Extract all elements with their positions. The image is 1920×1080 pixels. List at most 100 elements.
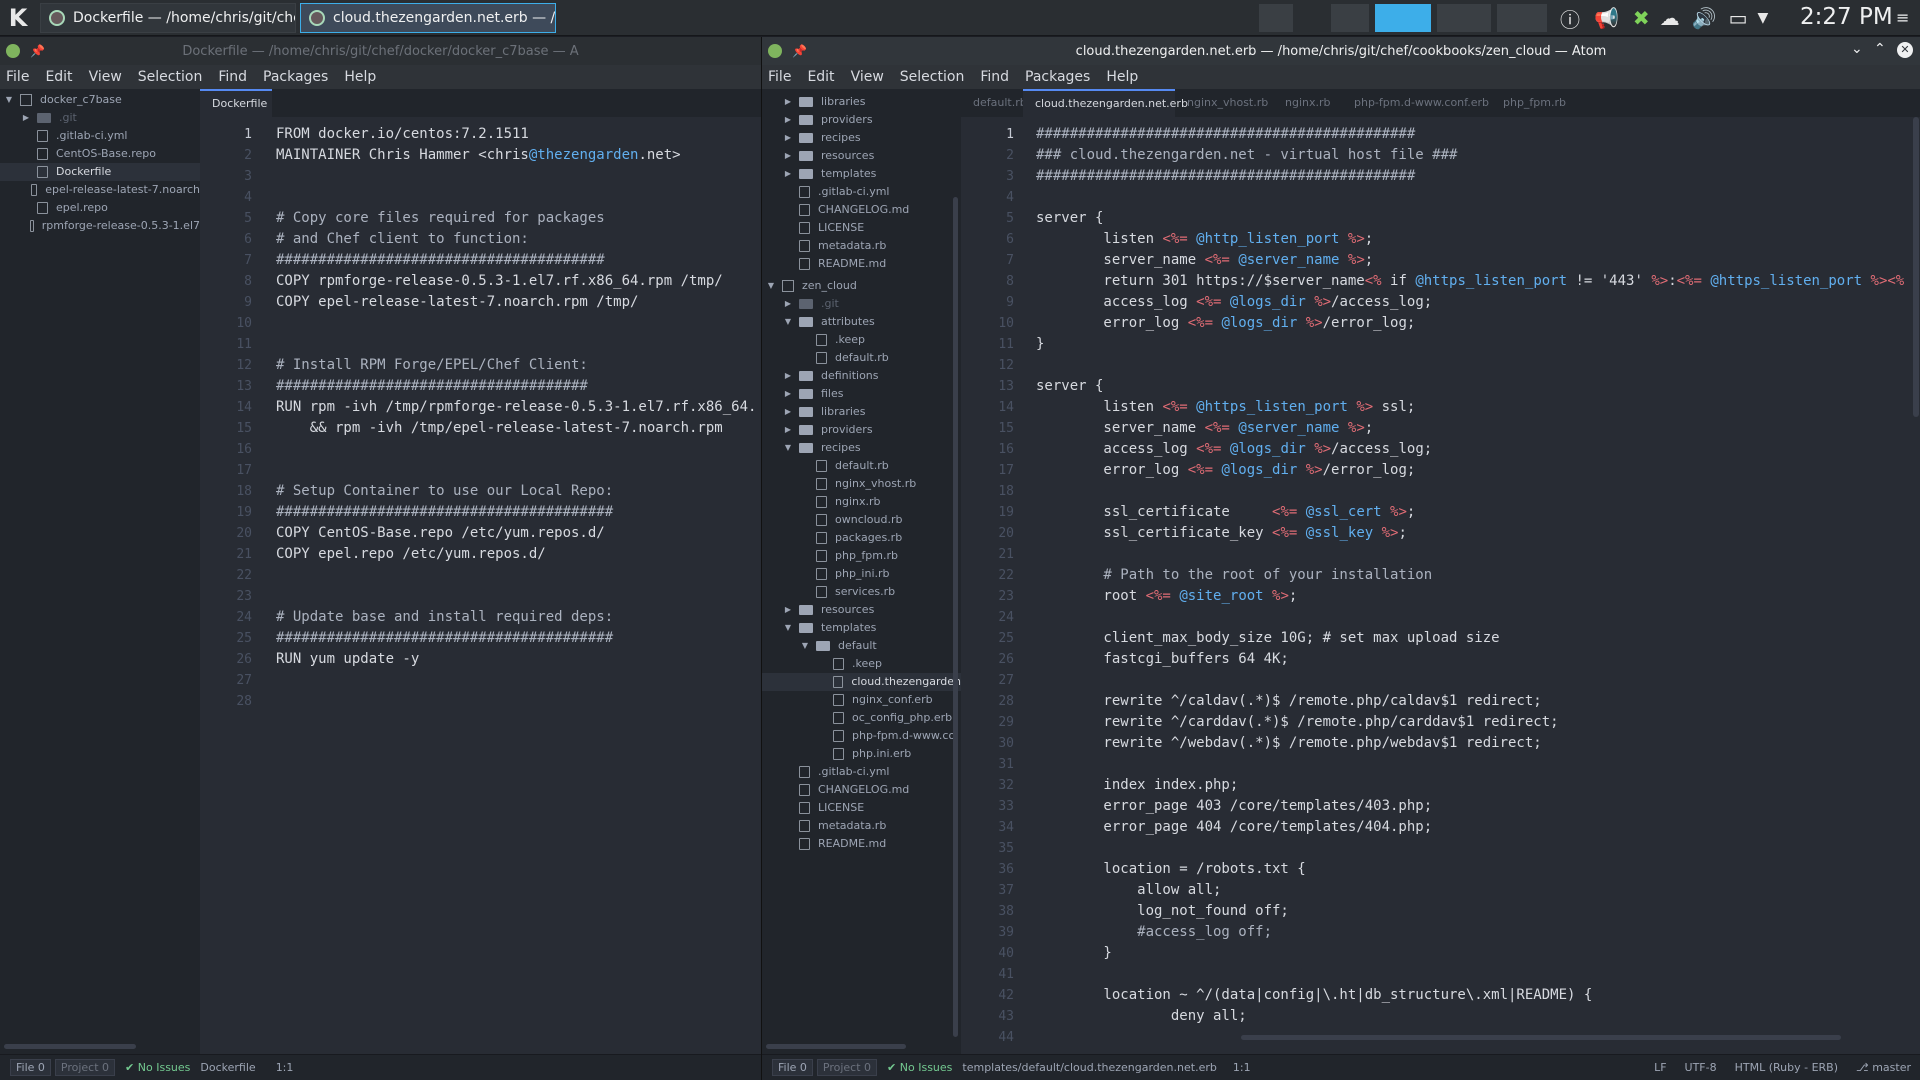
window-titlebar[interactable]: 📌 cloud.thezengarden.net.erb — /home/chr… bbox=[762, 37, 1920, 65]
tree-item[interactable]: ▶ providers bbox=[762, 111, 961, 129]
menu-packages[interactable]: Packages bbox=[1025, 69, 1090, 85]
tree-item[interactable]: .gitlab-ci.yml bbox=[762, 183, 961, 201]
tree-item[interactable]: php.ini.erb bbox=[762, 745, 961, 763]
tree-item[interactable]: php-fpm.d-www.co bbox=[762, 727, 961, 745]
tree-item[interactable]: ▶ resources bbox=[762, 147, 961, 165]
project-issues-badge[interactable]: Project 0 bbox=[54, 1059, 116, 1076]
tree-item[interactable]: ▶ .git bbox=[0, 109, 200, 127]
tree-item[interactable]: php_ini.rb bbox=[762, 565, 961, 583]
tree-item[interactable]: default.rb bbox=[762, 349, 961, 367]
tree-item[interactable]: .keep bbox=[762, 331, 961, 349]
maximize-icon[interactable]: ⌃ bbox=[1874, 41, 1886, 57]
chevron-right-icon[interactable]: ▶ bbox=[783, 165, 793, 183]
chevron-right-icon[interactable]: ▶ bbox=[783, 111, 793, 129]
chevron-right-icon[interactable]: ▶ bbox=[783, 295, 793, 313]
cursor-position[interactable]: 1:1 bbox=[276, 1061, 294, 1074]
menu-edit[interactable]: Edit bbox=[45, 69, 72, 85]
editor-horizontal-scrollbar[interactable] bbox=[1241, 1035, 1841, 1040]
clock[interactable]: 2:27 PM bbox=[1800, 4, 1893, 30]
tree-item[interactable]: CHANGELOG.md bbox=[762, 781, 961, 799]
chevron-right-icon[interactable]: ▶ bbox=[783, 421, 793, 439]
file-issues-badge[interactable]: File 0 bbox=[10, 1059, 51, 1076]
menu-find[interactable]: Find bbox=[980, 69, 1009, 85]
project-issues-badge[interactable]: Project 0 bbox=[816, 1059, 878, 1076]
chevron-right-icon[interactable]: ▶ bbox=[783, 601, 793, 619]
tree-item[interactable]: ▶ .git bbox=[762, 295, 961, 313]
close-icon[interactable]: ✕ bbox=[1897, 42, 1913, 58]
menu-file[interactable]: File bbox=[768, 69, 791, 85]
tray-expand-icon[interactable]: ▼ bbox=[1757, 10, 1768, 26]
tree-item[interactable]: packages.rb bbox=[762, 529, 961, 547]
pager-desktop-3[interactable] bbox=[1374, 3, 1432, 33]
git-branch[interactable]: ⎇ master bbox=[1856, 1061, 1911, 1074]
tree-item[interactable]: LICENSE bbox=[762, 799, 961, 817]
chevron-down-icon[interactable]: ▼ bbox=[800, 637, 810, 655]
file-path[interactable]: Dockerfile bbox=[200, 1061, 255, 1074]
pager-desktop-2[interactable] bbox=[1330, 3, 1370, 33]
chevron-right-icon[interactable]: ▶ bbox=[783, 93, 793, 111]
grammar[interactable]: HTML (Ruby - ERB) bbox=[1735, 1061, 1838, 1074]
tree-item[interactable]: metadata.rb bbox=[762, 237, 961, 255]
chevron-right-icon[interactable]: ▶ bbox=[783, 367, 793, 385]
encoding[interactable]: UTF-8 bbox=[1685, 1061, 1717, 1074]
chevron-down-icon[interactable]: ▼ bbox=[783, 619, 793, 637]
text-editor[interactable]: 1 2 3 4 5 6 7 8 9 10 11 12 13 14 15 16 17 18 19 20 21 22 23 24 2… bbox=[200, 117, 761, 1054]
menu-view[interactable]: View bbox=[89, 69, 122, 85]
panel-menu-icon[interactable]: ≡ bbox=[1896, 8, 1909, 27]
tree-item[interactable]: Dockerfile bbox=[0, 163, 200, 181]
window-titlebar[interactable]: 📌 Dockerfile — /home/chris/git/chef/dock… bbox=[0, 37, 761, 65]
menu-find[interactable]: Find bbox=[218, 69, 247, 85]
line-ending[interactable]: LF bbox=[1654, 1061, 1666, 1074]
tree-item[interactable]: ▼ templates bbox=[762, 619, 961, 637]
tree-item[interactable]: nginx_vhost.rb bbox=[762, 475, 961, 493]
volume-icon[interactable]: 🔊 bbox=[1692, 6, 1717, 30]
tree-item[interactable]: rpmforge-release-0.5.3-1.el7 bbox=[0, 217, 200, 235]
tree-item[interactable]: ▼ recipes bbox=[762, 439, 961, 457]
tab-php-fpm-rb[interactable]: php_fpm.rb bbox=[1491, 89, 1571, 117]
editor-vertical-scrollbar[interactable] bbox=[1913, 117, 1919, 417]
task-right-atom[interactable]: cloud.thezengarden.net.erb — /hom bbox=[300, 2, 556, 33]
tree-item[interactable]: metadata.rb bbox=[762, 817, 961, 835]
cursor-position[interactable]: 1:1 bbox=[1233, 1061, 1251, 1074]
chevron-right-icon[interactable]: ▶ bbox=[783, 147, 793, 165]
tree-item[interactable]: ▶ providers bbox=[762, 421, 961, 439]
chevron-down-icon[interactable]: ▼ bbox=[766, 277, 776, 295]
tree-item[interactable]: README.md bbox=[762, 255, 961, 273]
menu-selection[interactable]: Selection bbox=[900, 69, 965, 85]
tree-item[interactable]: .keep bbox=[762, 655, 961, 673]
tree-item[interactable]: ▶ libraries bbox=[762, 93, 961, 111]
menu-help[interactable]: Help bbox=[1106, 69, 1138, 85]
announce-icon[interactable]: 📢 bbox=[1594, 6, 1619, 30]
tree-item[interactable]: owncloud.rb bbox=[762, 511, 961, 529]
tree-item[interactable]: epel-release-latest-7.noarch bbox=[0, 181, 200, 199]
tree-item[interactable]: CentOS-Base.repo bbox=[0, 145, 200, 163]
tree-item[interactable]: ▶ recipes bbox=[762, 129, 961, 147]
tree-item[interactable]: CHANGELOG.md bbox=[762, 201, 961, 219]
pin-icon[interactable]: 📌 bbox=[792, 44, 807, 58]
tree-item[interactable]: cloud.thezengarden bbox=[762, 673, 961, 691]
tree-vertical-scrollbar[interactable] bbox=[953, 197, 958, 1037]
tree-item[interactable]: nginx.rb bbox=[762, 493, 961, 511]
file-path[interactable]: templates/default/cloud.thezengarden.net… bbox=[962, 1061, 1216, 1074]
tree-item[interactable]: ▶ libraries bbox=[762, 403, 961, 421]
tree-horizontal-scrollbar[interactable] bbox=[766, 1044, 906, 1049]
pager-desktop-5[interactable] bbox=[1496, 3, 1548, 33]
tree-horizontal-scrollbar[interactable] bbox=[4, 1044, 136, 1049]
notification-alert-icon[interactable]: ⓘ bbox=[1560, 4, 1580, 33]
tools-icon[interactable]: ✖ bbox=[1633, 6, 1650, 30]
tree-item[interactable]: epel.repo bbox=[0, 199, 200, 217]
pager-desktop-4[interactable] bbox=[1436, 3, 1492, 33]
tab-php-fpm-d-www-conf-erb[interactable]: php-fpm.d-www.conf.erb bbox=[1342, 89, 1489, 117]
tab-dockerfile[interactable]: Dockerfile bbox=[200, 89, 272, 117]
tree-item[interactable]: ▶ templates bbox=[762, 165, 961, 183]
tree-item[interactable]: LICENSE bbox=[762, 219, 961, 237]
tree-item[interactable]: .gitlab-ci.yml bbox=[0, 127, 200, 145]
tree-item[interactable]: php_fpm.rb bbox=[762, 547, 961, 565]
tree-item[interactable]: ▼ docker_c7base bbox=[0, 91, 200, 109]
menu-edit[interactable]: Edit bbox=[807, 69, 834, 85]
chevron-right-icon[interactable]: ▶ bbox=[21, 109, 31, 127]
chevron-down-icon[interactable]: ▼ bbox=[4, 91, 14, 109]
display-icon[interactable]: ▭ bbox=[1729, 6, 1748, 30]
tab-cloud-thezengarden-net-erb[interactable]: cloud.thezengarden.net.erb bbox=[1023, 89, 1188, 117]
tree-item[interactable]: ▶ files bbox=[762, 385, 961, 403]
